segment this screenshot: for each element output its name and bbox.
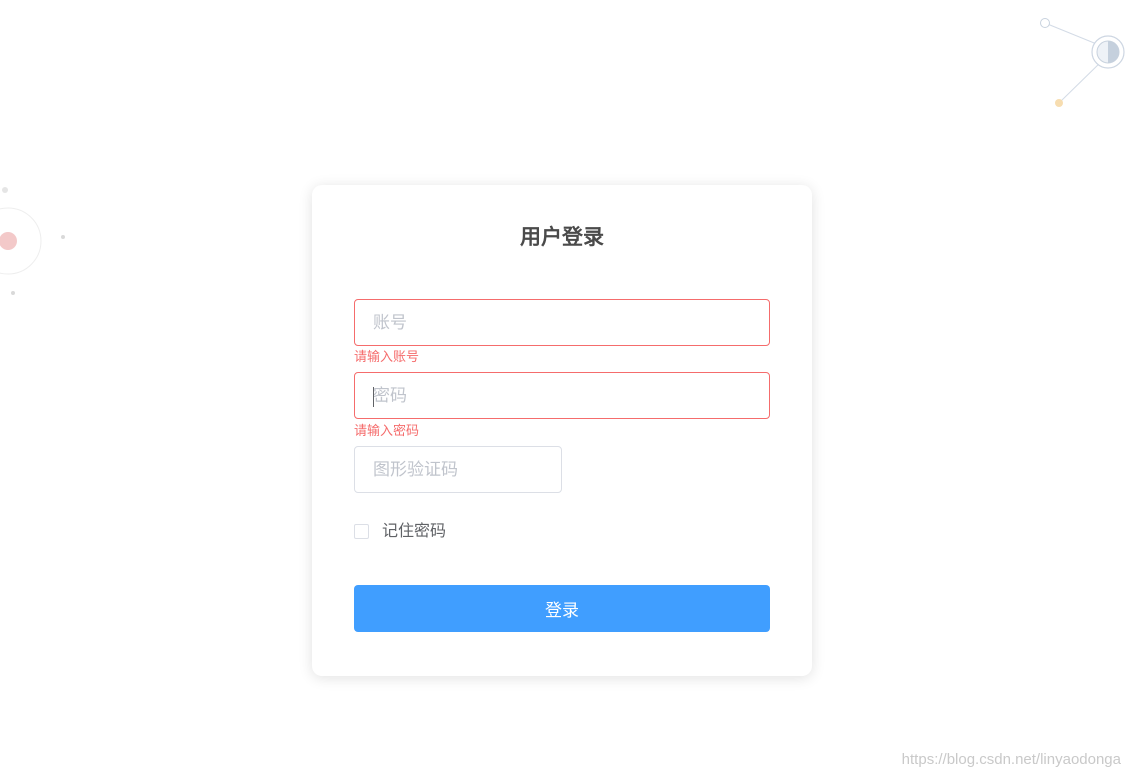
account-field[interactable] [354, 299, 770, 346]
account-error-message: 请输入账号 [354, 350, 420, 365]
captcha-field[interactable] [354, 446, 562, 493]
deco-left-dot-pink [0, 232, 17, 250]
password-field[interactable] [354, 372, 770, 419]
remember-password-label: 记住密码 [382, 521, 447, 540]
captcha-input[interactable] [355, 447, 561, 492]
watermark-url: https://blog.csdn.net/linyaodonga [901, 751, 1121, 768]
deco-right-line-2 [1059, 58, 1105, 103]
deco-left-dot-small-1 [2, 187, 8, 193]
deco-right-node-small [1040, 18, 1050, 28]
password-input[interactable] [355, 373, 769, 418]
login-button[interactable]: 登录 [354, 585, 770, 632]
page: 用户登录 请输入账号 请输入密码 记住密码 登录 https://blog.cs… [0, 0, 1131, 776]
login-card: 用户登录 请输入账号 请输入密码 记住密码 登录 [312, 185, 812, 676]
login-title: 用户登录 [520, 225, 604, 249]
password-error-message: 请输入密码 [354, 424, 420, 439]
remember-password-checkbox[interactable]: 记住密码 [354, 521, 446, 541]
deco-left-dot-small-3 [11, 291, 15, 295]
checkbox-box[interactable] [354, 523, 369, 539]
deco-left-dot-small-2 [61, 235, 65, 239]
account-input[interactable] [355, 300, 769, 345]
deco-right-node-yellow [1055, 99, 1063, 107]
text-cursor [373, 387, 374, 407]
